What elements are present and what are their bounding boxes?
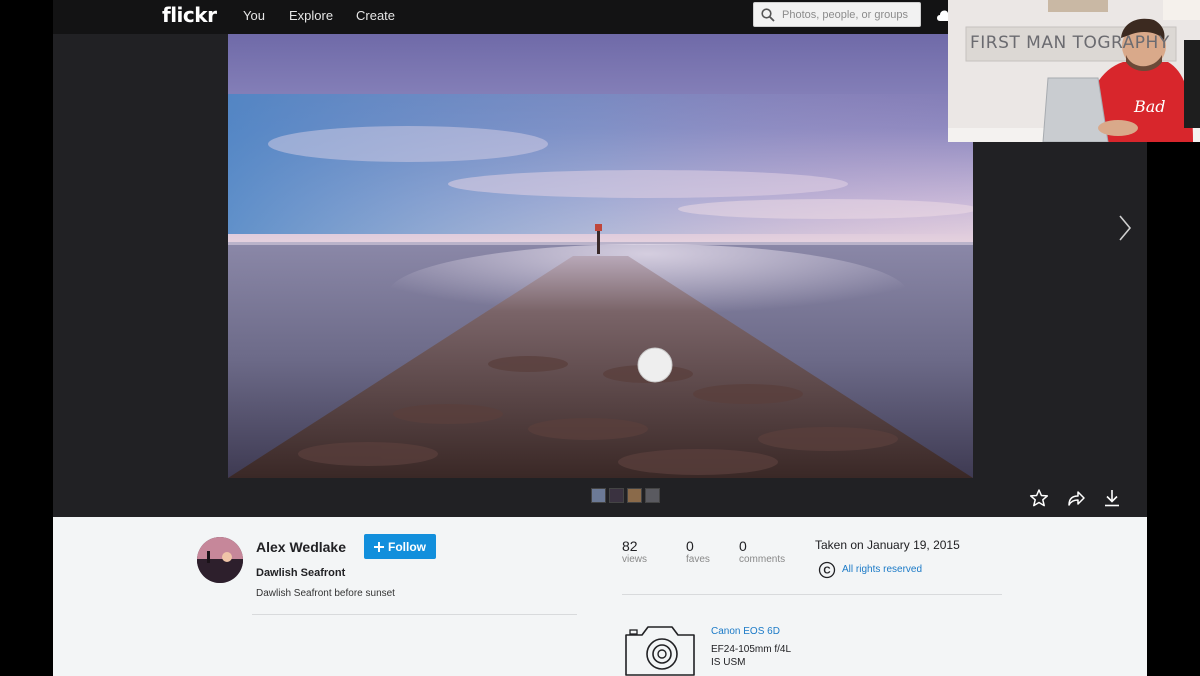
flickr-logo[interactable]: flickr [162,3,217,27]
search-icon [761,8,775,22]
download-icon[interactable] [1102,488,1122,508]
nav-explore[interactable]: Explore [289,8,333,23]
filmstrip-thumb[interactable] [609,488,624,503]
lens-info: EF24-105mm f/4L IS USM [711,644,791,668]
filmstrip-thumb[interactable] [591,488,606,503]
share-arrow-icon[interactable] [1066,488,1086,508]
stat-comments: 0 comments [739,538,785,565]
photo-description: Dawlish Seafront before sunset [256,588,395,599]
webcam-sign-text: FIRST MAN TOGRAPHY [970,33,1170,53]
webcam-overlay: Bad FIRST MAN TOGRAPHY [948,0,1200,142]
camera-icon [625,626,695,676]
svg-text:C: C [823,566,830,577]
divider [622,594,1002,595]
avatar[interactable] [197,537,243,583]
filmstrip-thumb[interactable] [627,488,642,503]
main-photo[interactable] [228,34,973,478]
license-link[interactable]: All rights reserved [842,564,922,575]
filmstrip-thumb[interactable] [645,488,660,503]
photostream-filmstrip [591,488,660,504]
photo-info-panel: Alex Wedlake Follow Dawlish Seafront Daw… [53,517,1147,676]
nav-you[interactable]: You [243,8,265,23]
divider [252,614,577,615]
screen: flickr You Explore Create Photos, people… [0,0,1200,676]
stat-label: faves [686,554,710,565]
camera-link[interactable]: Canon EOS 6D [711,626,780,637]
shirt-text: Bad [1133,97,1166,116]
taken-date: Taken on January 19, 2015 [815,538,960,552]
stat-views: 82 views [622,538,647,565]
fave-star-icon[interactable] [1029,488,1049,508]
follow-button[interactable]: Follow [364,534,436,559]
owner-name[interactable]: Alex Wedlake [256,539,346,555]
stat-label: comments [739,554,786,565]
plus-icon [374,541,384,552]
photo-title: Dawlish Seafront [256,567,346,579]
stat-value: 82 [622,538,638,554]
follow-label: Follow [388,539,426,554]
stat-value: 0 [686,538,694,554]
stat-label: views [622,554,648,565]
stat-faves: 0 faves [686,538,710,565]
search-input[interactable] [782,6,916,24]
next-photo-arrow-icon[interactable] [1117,214,1133,242]
copyright-icon: C [818,561,836,579]
seascape-image [228,34,973,478]
nav-create[interactable]: Create [356,8,395,23]
webcam-image: Bad [948,0,1200,142]
stat-value: 0 [739,538,747,554]
search-box[interactable] [753,2,921,27]
